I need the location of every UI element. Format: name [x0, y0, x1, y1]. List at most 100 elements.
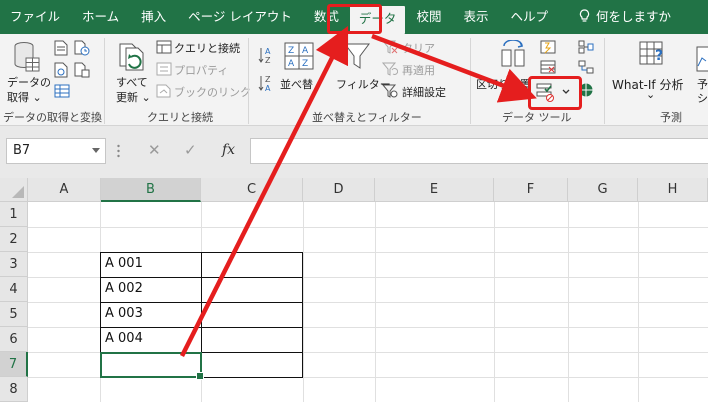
svg-text:A: A — [302, 46, 309, 56]
row-header-8[interactable]: 8 — [0, 377, 28, 402]
sort-button[interactable]: 並べ替 — [280, 76, 313, 92]
group-label-get-transform: データの取得と変換 — [3, 111, 102, 124]
row-header-3[interactable]: 3 — [0, 252, 28, 277]
column-header-a[interactable]: A — [28, 178, 101, 202]
group-separator — [604, 38, 605, 124]
advanced-filter-icon — [382, 84, 398, 98]
table-border-line — [100, 277, 303, 278]
cell-b6[interactable]: A 004 — [100, 331, 143, 346]
svg-text:A: A — [265, 47, 271, 56]
refresh-all-button[interactable]: すべて — [116, 74, 148, 90]
tell-me-box[interactable]: 何をしますか — [559, 0, 682, 34]
reapply-button[interactable]: 再適用 — [402, 62, 435, 78]
svg-text:Z: Z — [265, 75, 271, 84]
row-header-2[interactable]: 2 — [0, 227, 28, 252]
sort-ascending-icon[interactable]: AZ — [258, 46, 276, 64]
table-border-line — [100, 302, 303, 303]
existing-connections-icon[interactable] — [74, 62, 90, 78]
advanced-filter-button[interactable]: 詳細設定 — [402, 84, 446, 100]
ribbon-data: データの 取得 ⌄ データの取得と変換 すべて 更新 ⌄ クエリと接続 プロパテ… — [0, 34, 708, 126]
enter-icon[interactable]: ✓ — [184, 141, 197, 159]
edit-links-button[interactable]: ブックのリンク — [174, 84, 251, 100]
tell-me-text: 何をしますか — [595, 9, 671, 24]
group-label-sort-filter: 並べ替えとフィルター — [312, 111, 422, 124]
table-border-line — [100, 327, 303, 328]
select-all-triangle-icon — [12, 186, 24, 198]
group-label-data-tools: データ ツール — [502, 111, 572, 124]
row-header-1[interactable]: 1 — [0, 202, 28, 227]
chevron-down-icon[interactable] — [92, 148, 100, 153]
column-header-h[interactable]: H — [638, 178, 708, 202]
group-separator — [104, 38, 105, 124]
from-table-icon[interactable] — [54, 84, 70, 98]
lightbulb-icon — [579, 9, 590, 22]
column-header-g[interactable]: G — [568, 178, 638, 202]
name-box[interactable]: B7 — [6, 138, 106, 164]
get-data-dropdown[interactable]: 取得 ⌄ — [7, 89, 42, 105]
queries-connections-icon — [156, 40, 172, 54]
database-icon — [12, 40, 40, 74]
cancel-icon[interactable]: ✕ — [148, 141, 161, 159]
insert-function-icon[interactable]: fx — [222, 142, 235, 158]
group-label-queries: クエリと接続 — [147, 111, 213, 124]
column-header-c[interactable]: C — [201, 178, 303, 202]
remove-duplicates-icon[interactable] — [540, 60, 556, 74]
excel-window: ファイル ホーム 挿入 ページ レイアウト 数式 データ 校閲 表示 ヘルプ 何… — [0, 0, 708, 402]
tab-file[interactable]: ファイル — [0, 0, 71, 34]
column-header-e[interactable]: E — [375, 178, 494, 202]
queries-connections-button[interactable]: クエリと接続 — [174, 40, 240, 56]
column-header-b[interactable]: B — [101, 178, 201, 202]
get-data-button[interactable]: データの — [7, 74, 51, 90]
cell-b4[interactable]: A 002 — [100, 281, 143, 296]
tab-help[interactable]: ヘルプ — [499, 0, 559, 34]
edit-links-icon — [156, 84, 172, 98]
flash-fill-icon[interactable] — [540, 40, 556, 54]
recent-sources-icon[interactable] — [74, 40, 90, 56]
column-header-d[interactable]: D — [303, 178, 375, 202]
select-all-corner[interactable] — [0, 178, 28, 202]
group-label-forecast: 予測 — [660, 111, 682, 124]
properties-button[interactable]: プロパティ — [174, 62, 228, 78]
refresh-all-icon — [118, 42, 148, 74]
active-cell-b7[interactable] — [100, 352, 204, 380]
tab-insert[interactable]: 挿入 — [130, 0, 177, 34]
from-web-icon[interactable] — [54, 62, 68, 78]
row-header-5[interactable]: 5 — [0, 302, 28, 327]
gridline — [28, 227, 708, 228]
what-if-analysis-icon: ? — [638, 38, 668, 70]
cell-b3[interactable]: A 001 — [100, 256, 143, 271]
forecast-sheet-icon — [696, 46, 708, 72]
from-text-icon[interactable] — [54, 40, 68, 56]
column-header-f[interactable]: F — [494, 178, 568, 202]
data-tab-highlight-box — [327, 4, 382, 34]
tab-view[interactable]: 表示 — [452, 0, 499, 34]
sort-descending-icon[interactable]: ZA — [258, 74, 276, 92]
clear-filter-button[interactable]: クリア — [402, 40, 435, 56]
filter-funnel-icon — [344, 42, 370, 70]
tab-page-layout[interactable]: ページ レイアウト — [177, 0, 303, 34]
text-to-columns-button[interactable]: 区切り位置 — [476, 76, 531, 92]
row-header-7[interactable]: 7 — [0, 352, 28, 377]
tab-home[interactable]: ホーム — [71, 0, 130, 34]
data-validation-highlight-box — [528, 76, 582, 110]
row-header-4[interactable]: 4 — [0, 277, 28, 302]
svg-text:?: ? — [655, 48, 663, 64]
gridline — [28, 252, 708, 253]
clear-filter-icon — [382, 40, 398, 54]
worksheet-grid[interactable]: A B C D E F G H 1 2 3 4 5 6 7 8 A 001 A … — [0, 178, 708, 402]
properties-icon — [156, 62, 172, 76]
cell-b5[interactable]: A 003 — [100, 306, 143, 321]
refresh-all-dropdown[interactable]: 更新 ⌄ — [116, 89, 151, 105]
consolidate-icon[interactable] — [578, 40, 594, 54]
what-if-dropdown[interactable]: ⌄ — [646, 88, 655, 101]
formula-input[interactable] — [250, 138, 708, 164]
group-separator — [248, 38, 249, 124]
forecast-sheet-button-2[interactable]: シ — [697, 90, 708, 106]
tab-review[interactable]: 校閲 — [405, 0, 452, 34]
svg-text:A: A — [265, 84, 271, 92]
row-header-6[interactable]: 6 — [0, 327, 28, 352]
relationships-icon[interactable] — [578, 60, 594, 74]
text-to-columns-icon — [500, 40, 526, 68]
svg-text:Z: Z — [288, 46, 294, 56]
group-separator — [470, 38, 471, 124]
